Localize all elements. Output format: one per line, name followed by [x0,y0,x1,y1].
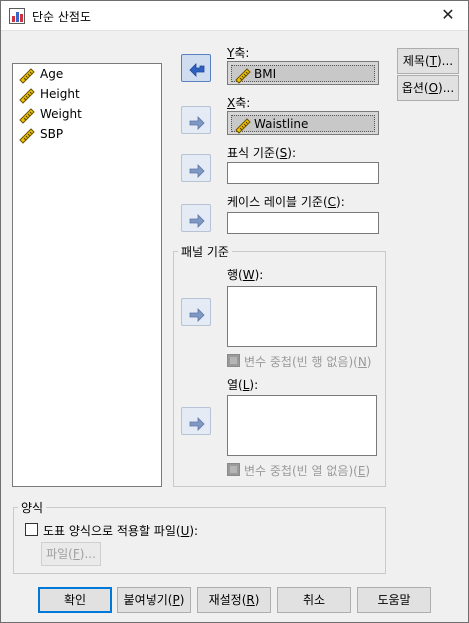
case-label-label: 케이스 레이블 기준(C): [227,195,345,209]
move-to-panel-columns-button[interactable] [181,407,211,435]
panel-group-title: 패널 기준 [178,243,232,260]
title-bar: 단순 산점도 ✕ [1,1,468,31]
x-axis-variable[interactable]: Waistline [231,115,375,134]
scale-ruler-icon [235,68,251,84]
arrow-right-icon [189,308,205,322]
ok-button[interactable]: 확인 [38,587,112,613]
arrow-left-icon [189,63,205,77]
case-label-field[interactable] [227,212,379,234]
nest-columns-checkbox[interactable] [227,463,240,476]
marker-field[interactable] [227,162,379,184]
marker-label: 표식 기준(S): [227,146,297,160]
nest-columns-label: 변수 중첩(빈 열 없음)(E) [244,464,371,478]
arrow-right-icon [189,116,205,130]
help-button[interactable]: 도움말 [357,587,431,613]
y-axis-variable[interactable]: BMI [231,65,375,84]
scatterplot-dialog: 단순 산점도 ✕ Age Height Weight SBP Y축: BMI X… [0,0,469,623]
x-axis-label: X축: [227,96,251,110]
scale-ruler-icon [19,108,35,124]
use-template-label: 도표 양식으로 적용할 파일(U): [43,524,199,538]
variable-name: Weight [40,107,82,121]
move-to-x-axis-button[interactable] [181,106,211,134]
scale-ruler-icon [19,88,35,104]
panel-rows-list[interactable] [227,286,377,347]
arrow-right-icon [189,417,205,431]
x-axis-field[interactable]: Waistline [227,111,379,135]
x-axis-value: Waistline [254,117,309,131]
y-axis-value: BMI [254,67,277,81]
panel-columns-list[interactable] [227,395,377,456]
variable-list[interactable]: Age Height Weight SBP [12,63,162,487]
nest-rows-label: 변수 중첩(빈 행 없음)(N) [244,355,372,369]
template-file-button[interactable]: 파일(F)... [41,542,101,566]
spss-chart-icon [9,8,25,24]
scale-ruler-icon [235,118,251,134]
variable-name: SBP [40,127,64,141]
nest-rows-checkbox[interactable] [227,354,240,367]
window-title: 단순 산점도 [32,10,92,24]
options-button[interactable]: 옵션(O)... [397,75,459,101]
scale-ruler-icon [19,128,35,144]
close-button[interactable]: ✕ [428,1,468,31]
arrow-right-icon [189,214,205,228]
variable-name: Age [40,67,64,81]
arrow-right-icon [189,164,205,178]
reset-button[interactable]: 재설정(R) [197,587,271,613]
close-icon: ✕ [441,5,455,24]
y-axis-field[interactable]: BMI [227,61,379,85]
variable-name: Height [40,87,80,101]
y-axis-label: Y축: [227,46,250,60]
move-to-y-axis-button[interactable] [181,54,211,82]
template-group-title: 양식 [18,499,47,516]
panel-rows-label: 행(W): [227,268,264,282]
move-to-panel-rows-button[interactable] [181,298,211,326]
panel-columns-label: 열(L): [227,378,259,392]
move-to-marker-button[interactable] [181,154,211,182]
scale-ruler-icon [19,68,35,84]
paste-button[interactable]: 붙여넣기(P) [117,587,191,613]
titles-button[interactable]: 제목(T)... [397,48,459,74]
move-to-case-label-button[interactable] [181,204,211,232]
use-template-checkbox[interactable] [25,523,38,536]
cancel-button[interactable]: 취소 [277,587,351,613]
